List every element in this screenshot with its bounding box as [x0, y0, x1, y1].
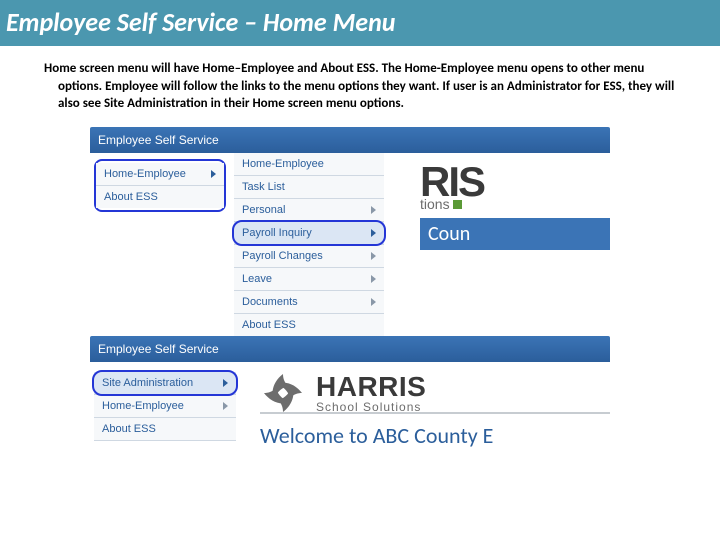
submenu-item-home-employee[interactable]: Home-Employee	[234, 153, 384, 176]
submenu-item-payroll-inquiry[interactable]: Payroll Inquiry	[234, 222, 384, 245]
submenu-item-label: Leave	[242, 273, 272, 285]
menu-item-label: Home-Employee	[102, 400, 184, 412]
admin-menu: Site Administration Home-Employee About …	[90, 362, 240, 451]
screenshot-home-employee: Employee Self Service Home-Employee Abou…	[90, 127, 610, 322]
submenu-item-label: Home-Employee	[242, 158, 324, 170]
submenu-item-label: Payroll Changes	[242, 250, 323, 262]
submenu-item-documents[interactable]: Documents	[234, 291, 384, 314]
menu-item-label: Site Administration	[102, 377, 193, 389]
menu-item-site-administration[interactable]: Site Administration	[94, 372, 236, 395]
app-banner: Employee Self Service	[90, 336, 610, 362]
brand-name: HARRIS	[316, 371, 426, 403]
expand-icon	[371, 252, 376, 260]
menu-item-label: Home-Employee	[104, 168, 186, 180]
screenshot-admin: Employee Self Service Site Administratio…	[90, 336, 610, 486]
home-submenu: Home-Employee Task List Personal Payroll…	[234, 153, 384, 337]
submenu-item-payroll-changes[interactable]: Payroll Changes	[234, 245, 384, 268]
welcome-text: Welcome to ABC County E	[260, 422, 620, 449]
brand-fragment: RIS tions Coun	[420, 159, 610, 254]
app-banner: Employee Self Service	[90, 127, 610, 153]
submenu-item-label: Personal	[242, 204, 285, 216]
expand-icon	[371, 275, 376, 283]
brand-fragment-top: RIS	[420, 159, 610, 201]
expand-icon	[223, 402, 228, 410]
harris-logo-icon	[260, 370, 306, 416]
expand-icon	[371, 229, 376, 237]
brand-block: HARRIS School Solutions	[260, 362, 426, 416]
expand-icon	[371, 298, 376, 306]
submenu-item-about-ess[interactable]: About ESS	[234, 314, 384, 337]
expand-icon	[223, 379, 228, 387]
submenu-item-label: Task List	[242, 181, 285, 193]
menu-item-home-employee[interactable]: Home-Employee	[96, 163, 224, 186]
expand-icon	[211, 170, 216, 178]
brand-fragment-mid: tions	[420, 196, 610, 212]
submenu-item-label: Payroll Inquiry	[242, 227, 312, 239]
submenu-item-task-list[interactable]: Task List	[234, 176, 384, 199]
menu-item-about-ess[interactable]: About ESS	[96, 186, 224, 208]
submenu-item-label: Documents	[242, 296, 298, 308]
menu-item-label: About ESS	[104, 191, 158, 203]
screenshots-container: Employee Self Service Home-Employee Abou…	[0, 123, 720, 486]
submenu-item-leave[interactable]: Leave	[234, 268, 384, 291]
page-description: Home screen menu will have Home–Employee…	[14, 46, 720, 123]
brand-fragment-bottom: Coun	[420, 218, 610, 250]
submenu-item-label: About ESS	[242, 319, 296, 331]
submenu-item-personal[interactable]: Personal	[234, 199, 384, 222]
home-menu-left: Home-Employee About ESS	[90, 153, 230, 218]
page-title: Employee Self Service – Home Menu	[0, 0, 720, 46]
brand-square-icon	[453, 200, 462, 209]
menu-item-home-employee[interactable]: Home-Employee	[94, 395, 236, 418]
menu-item-about-ess[interactable]: About ESS	[94, 418, 236, 441]
home-menu-highlight: Home-Employee About ESS	[94, 159, 226, 212]
expand-icon	[371, 206, 376, 214]
menu-item-label: About ESS	[102, 423, 156, 435]
divider	[260, 412, 610, 414]
